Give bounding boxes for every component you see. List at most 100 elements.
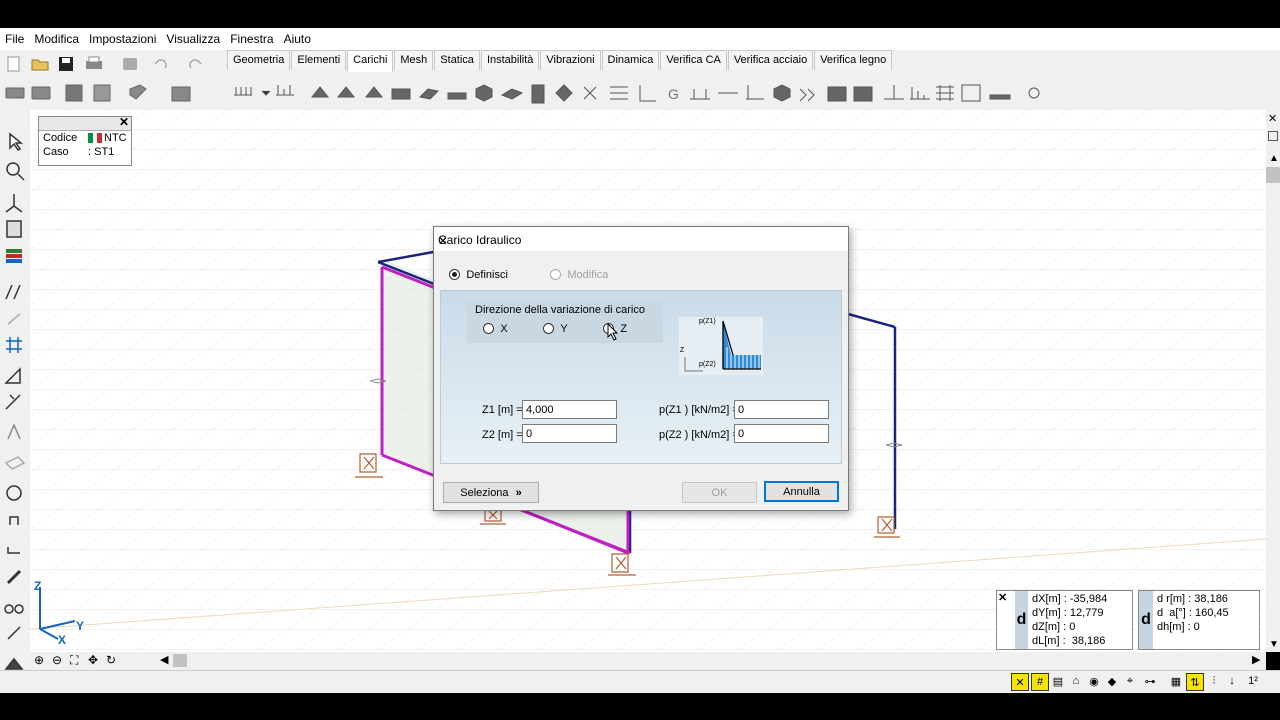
- render-icon[interactable]: ◉: [1086, 673, 1102, 689]
- scroll-left-icon[interactable]: ◀: [160, 653, 168, 666]
- restore-icon[interactable]: ✕: [1268, 112, 1277, 125]
- view-tools-icons[interactable]: [0, 109, 30, 674]
- color-icon[interactable]: ◆: [1104, 673, 1120, 689]
- menu-visualizza[interactable]: Visualizza: [161, 28, 225, 50]
- load-diagram: p(Z1) p(Z2) Z: [679, 317, 763, 375]
- annulla-button[interactable]: Annulla: [764, 481, 839, 502]
- dir-x-radio-icon[interactable]: [483, 323, 494, 335]
- caso-value: : ST1: [88, 146, 115, 158]
- menu-finestra[interactable]: Finestra: [225, 28, 278, 50]
- load-parameters-panel: Direzione della variazione di carico X Y…: [440, 290, 842, 464]
- dx-value: dX[m] : -35,984: [1032, 593, 1108, 605]
- scroll-thumb[interactable]: [1266, 167, 1280, 183]
- z1-label: Z1 [m] =: [482, 404, 523, 416]
- tab-statica[interactable]: Statica: [434, 50, 480, 70]
- tab-vibrazioni[interactable]: Vibrazioni: [540, 50, 601, 70]
- modifica-radio[interactable]: Modifica: [550, 267, 608, 281]
- grid-snap-icon[interactable]: #: [1031, 673, 1049, 691]
- info-box-close-icon[interactable]: ✕: [119, 115, 129, 129]
- z2-input[interactable]: 0: [522, 424, 617, 443]
- scroll-down-icon[interactable]: ▼: [1269, 639, 1279, 650]
- menu-bar: File Modifica Impostazioni Visualizza Fi…: [0, 28, 1280, 50]
- undo-icon[interactable]: [150, 54, 170, 74]
- direction-label: Direzione della variazione di carico: [475, 304, 645, 316]
- delta-icon: d: [1015, 591, 1028, 649]
- sort-icon[interactable]: ⇅: [1186, 673, 1204, 691]
- menu-impostazioni[interactable]: Impostazioni: [84, 28, 161, 50]
- dh-value: dh[m] : 0: [1157, 621, 1200, 633]
- scroll-up-icon[interactable]: ▲: [1269, 153, 1279, 164]
- svg-text:G: G: [668, 86, 679, 102]
- tab-mesh[interactable]: Mesh: [394, 50, 434, 70]
- filter-icon[interactable]: ⫶: [1206, 673, 1222, 689]
- menu-aiuto[interactable]: Aiuto: [279, 28, 316, 50]
- axis-z-label: Z: [34, 579, 42, 593]
- tab-verifica-legno[interactable]: Verifica legno: [814, 50, 893, 70]
- measure-icon[interactable]: ⌖: [1122, 673, 1138, 689]
- codice-value: NTC: [104, 132, 127, 144]
- tab-elementi[interactable]: Elementi: [291, 50, 347, 70]
- tab-geometria[interactable]: Geometria: [227, 50, 291, 70]
- tab-carichi[interactable]: Carichi: [347, 50, 394, 72]
- dir-y-radio-icon[interactable]: [543, 323, 554, 335]
- open-folder-icon[interactable]: [30, 54, 50, 74]
- snap-toggle-icon[interactable]: ✕: [1011, 673, 1029, 691]
- dir-y-radio[interactable]: Y: [543, 321, 568, 335]
- dz-value: dZ[m] : 0: [1032, 621, 1076, 633]
- tab-verifica-ca[interactable]: Verifica CA: [660, 50, 727, 70]
- tab-dinamica[interactable]: Dinamica: [601, 50, 660, 70]
- arrow-icon[interactable]: ↓: [1224, 673, 1240, 689]
- print-icon[interactable]: [84, 54, 104, 74]
- pan-icon[interactable]: ✥: [88, 653, 98, 667]
- pz2-input[interactable]: 0: [734, 424, 829, 443]
- zoom-extents-icon[interactable]: ⛶: [70, 653, 78, 668]
- coords-close-icon[interactable]: ✕: [998, 591, 1007, 604]
- vertical-scrollbar[interactable]: ✕ ▲ ▼: [1266, 109, 1280, 652]
- mouse-cursor-icon: [607, 323, 619, 341]
- diagram-pz1-label: p(Z1): [699, 318, 716, 325]
- table-icon[interactable]: ▦: [1168, 673, 1184, 689]
- direction-group: Direzione della variazione di carico X Y…: [467, 301, 663, 343]
- seleziona-button[interactable]: Seleziona »: [443, 482, 539, 503]
- zoom-in-icon[interactable]: ⊕: [34, 653, 44, 667]
- ok-button[interactable]: OK: [682, 482, 757, 503]
- maximize-icon[interactable]: [1268, 131, 1278, 141]
- rotate-icon[interactable]: ↻: [106, 653, 116, 667]
- dir-x-label: X: [500, 323, 508, 335]
- double-chevron-right-icon: »: [515, 487, 522, 499]
- scroll-right-icon[interactable]: ▶: [1252, 653, 1260, 666]
- info-box: ✕ Codice NTC Caso : ST1: [38, 115, 132, 166]
- tab-instabilita[interactable]: Instabilità: [480, 50, 540, 70]
- dir-x-radio[interactable]: X: [483, 321, 508, 335]
- hydraulic-load-diagram-icon: [684, 320, 761, 372]
- pz1-input[interactable]: 0: [734, 400, 829, 419]
- modifica-radio-icon[interactable]: [550, 269, 561, 281]
- layers-icon[interactable]: [120, 54, 140, 74]
- dl-value: dL[m] : 38,186: [1032, 635, 1106, 647]
- menu-file[interactable]: File: [0, 28, 29, 50]
- definisci-radio[interactable]: Definisci: [449, 267, 508, 281]
- seleziona-label: Seleziona: [460, 487, 509, 499]
- view-nav-bar: ⊕ ⊖ ⛶ ✥ ↻ ◀ ▶: [30, 652, 1266, 670]
- new-file-icon[interactable]: [4, 54, 24, 74]
- pz2-label: p(Z2 ) [kN/m2] =: [659, 429, 739, 441]
- save-icon[interactable]: [56, 54, 76, 74]
- superscript-label[interactable]: 1²: [1242, 673, 1264, 689]
- diagram-z-label: Z: [680, 347, 685, 354]
- load-tools-icons[interactable]: G: [0, 79, 1280, 109]
- delta-polar-icon: d: [1139, 591, 1153, 649]
- h-scroll-thumb[interactable]: [173, 654, 187, 667]
- dialog-close-icon[interactable]: ✕: [438, 233, 842, 249]
- tab-verifica-acciaio[interactable]: Verifica acciaio: [727, 50, 814, 70]
- view-3d-icon[interactable]: ⌂: [1068, 673, 1084, 689]
- axis-y-label: Y: [76, 619, 85, 633]
- layer-icon[interactable]: ▤: [1050, 673, 1066, 689]
- z1-input[interactable]: 4,000: [522, 400, 617, 419]
- zoom-out-icon[interactable]: ⊖: [52, 653, 62, 667]
- menu-modifica[interactable]: Modifica: [29, 28, 84, 50]
- definisci-radio-icon[interactable]: [449, 269, 460, 281]
- redo-icon[interactable]: [186, 54, 206, 74]
- link-icon[interactable]: ⊶: [1142, 673, 1158, 689]
- ribbon-tabs: Geometria Elementi Carichi Mesh Statica …: [227, 50, 893, 72]
- delta-coords-box: ✕ d dX[m] : -35,984 dY[m] : 12,779 dZ[m]…: [996, 590, 1133, 650]
